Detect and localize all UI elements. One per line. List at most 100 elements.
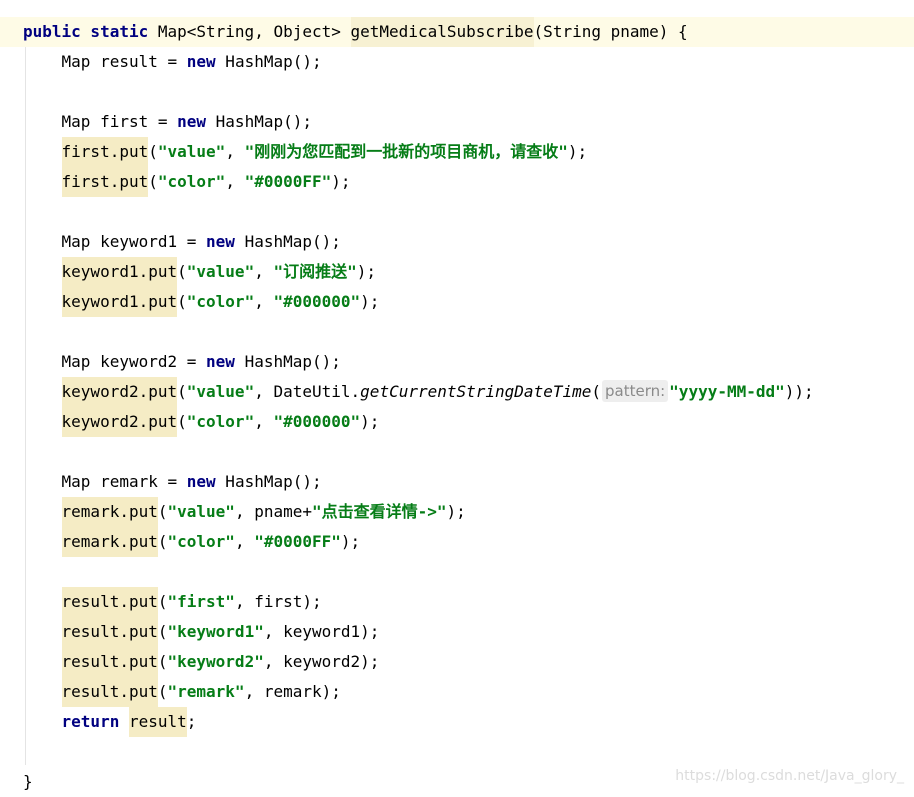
code-line[interactable] xyxy=(0,197,914,227)
code-token: ( xyxy=(148,142,158,161)
code-line[interactable]: first.put("color", "#0000FF"); xyxy=(0,167,914,197)
code-token: , xyxy=(234,532,255,551)
code-token: Map keyword2 = xyxy=(23,352,207,371)
code-token: "#000000" xyxy=(273,412,361,431)
code-token: keyword2.put xyxy=(61,407,178,437)
code-token: , keyword1); xyxy=(263,622,380,641)
code-token: "color" xyxy=(186,412,255,431)
code-line[interactable]: remark.put("color", "#0000FF"); xyxy=(0,527,914,557)
code-token: "订阅推送" xyxy=(273,262,357,281)
code-token: "#000000" xyxy=(273,292,361,311)
code-token: "value" xyxy=(167,502,235,521)
code-token: Map remark = xyxy=(23,472,187,491)
code-token: result.put xyxy=(61,587,158,617)
code-token: ( xyxy=(157,532,168,551)
code-editor[interactable]: public static Map<String, Object> getMed… xyxy=(0,0,914,792)
code-token: ( xyxy=(157,682,168,701)
code-line[interactable]: public static Map<String, Object> getMed… xyxy=(0,17,914,47)
code-token: result.put xyxy=(61,647,158,677)
code-line[interactable]: keyword2.put("value", DateUtil.getCurren… xyxy=(0,377,914,407)
code-token: result xyxy=(128,707,187,737)
code-line[interactable]: return result; xyxy=(0,707,914,737)
code-token: , xyxy=(225,142,245,161)
code-token: "yyyy-MM-dd" xyxy=(669,382,785,401)
code-token: "value" xyxy=(157,142,226,161)
code-token: keyword2.put xyxy=(61,377,178,407)
code-token: result.put xyxy=(61,677,158,707)
code-token: remark.put xyxy=(61,497,158,527)
code-line[interactable] xyxy=(0,737,914,767)
code-token: ); xyxy=(567,142,588,161)
code-line[interactable]: result.put("first", first); xyxy=(0,587,914,617)
code-token: "remark" xyxy=(167,682,245,701)
code-token: "color" xyxy=(157,172,226,191)
code-line[interactable]: result.put("keyword1", keyword1); xyxy=(0,617,914,647)
code-token: ( xyxy=(177,382,187,401)
code-token: keyword1.put xyxy=(61,257,178,287)
code-token: keyword1.put xyxy=(61,287,178,317)
code-token: )); xyxy=(784,382,814,401)
code-token: , xyxy=(254,412,274,431)
code-line[interactable]: remark.put("value", pname+"点击查看详情->"); xyxy=(0,497,914,527)
code-token: "点击查看详情->" xyxy=(312,502,447,521)
code-token: ); xyxy=(360,412,380,431)
code-token: } xyxy=(23,772,33,791)
code-token: ); xyxy=(340,532,361,551)
code-token: new xyxy=(177,112,207,131)
code-token: , DateUtil. xyxy=(254,382,361,401)
code-line[interactable]: Map first = new HashMap(); xyxy=(0,107,914,137)
code-line[interactable]: Map result = new HashMap(); xyxy=(0,47,914,77)
code-token: new xyxy=(206,232,235,251)
code-token: ( xyxy=(148,172,158,191)
code-line[interactable]: result.put("remark", remark); xyxy=(0,677,914,707)
code-token: , xyxy=(254,262,274,281)
code-token: "color" xyxy=(186,292,255,311)
code-token: ( xyxy=(177,412,187,431)
code-token: HashMap(); xyxy=(206,112,312,131)
code-line[interactable] xyxy=(0,557,914,587)
code-token: , xyxy=(254,292,274,311)
code-token: ); xyxy=(360,292,380,311)
code-token: HashMap(); xyxy=(215,52,322,71)
code-line[interactable]: keyword1.put("value", "订阅推送"); xyxy=(0,257,914,287)
code-token: result.put xyxy=(61,617,158,647)
code-token: ( xyxy=(177,262,187,281)
code-line[interactable]: Map remark = new HashMap(); xyxy=(0,467,914,497)
code-line[interactable]: Map keyword2 = new HashMap(); xyxy=(0,347,914,377)
code-token: ( xyxy=(157,592,168,611)
code-line[interactable] xyxy=(0,317,914,347)
code-token: ; xyxy=(186,712,197,731)
code-token: , xyxy=(225,172,245,191)
code-token: HashMap(); xyxy=(234,232,341,251)
code-line[interactable] xyxy=(0,437,914,467)
code-token: Map<String, Object> xyxy=(157,22,351,41)
code-token: , remark); xyxy=(244,682,341,701)
code-token: (String pname) { xyxy=(533,22,688,41)
code-line[interactable] xyxy=(0,77,914,107)
code-line[interactable]: keyword2.put("color", "#000000"); xyxy=(0,407,914,437)
code-token: getMedicalSubscribe xyxy=(350,17,534,47)
code-token: "first" xyxy=(167,592,235,611)
code-token: new xyxy=(186,472,216,491)
code-token: "keyword1" xyxy=(167,622,264,641)
code-line[interactable]: Map keyword1 = new HashMap(); xyxy=(0,227,914,257)
code-line[interactable]: keyword1.put("color", "#000000"); xyxy=(0,287,914,317)
code-token: "keyword2" xyxy=(167,652,264,671)
code-token: ( xyxy=(177,292,187,311)
code-token: new xyxy=(186,52,216,71)
code-line[interactable]: first.put("value", "刚刚为您匹配到一批新的项目商机，请查收"… xyxy=(0,137,914,167)
code-token: ); xyxy=(446,502,466,521)
code-token: Map keyword1 = xyxy=(23,232,207,251)
code-token: "#0000FF" xyxy=(254,532,341,551)
code-line[interactable]: result.put("keyword2", keyword2); xyxy=(0,647,914,677)
